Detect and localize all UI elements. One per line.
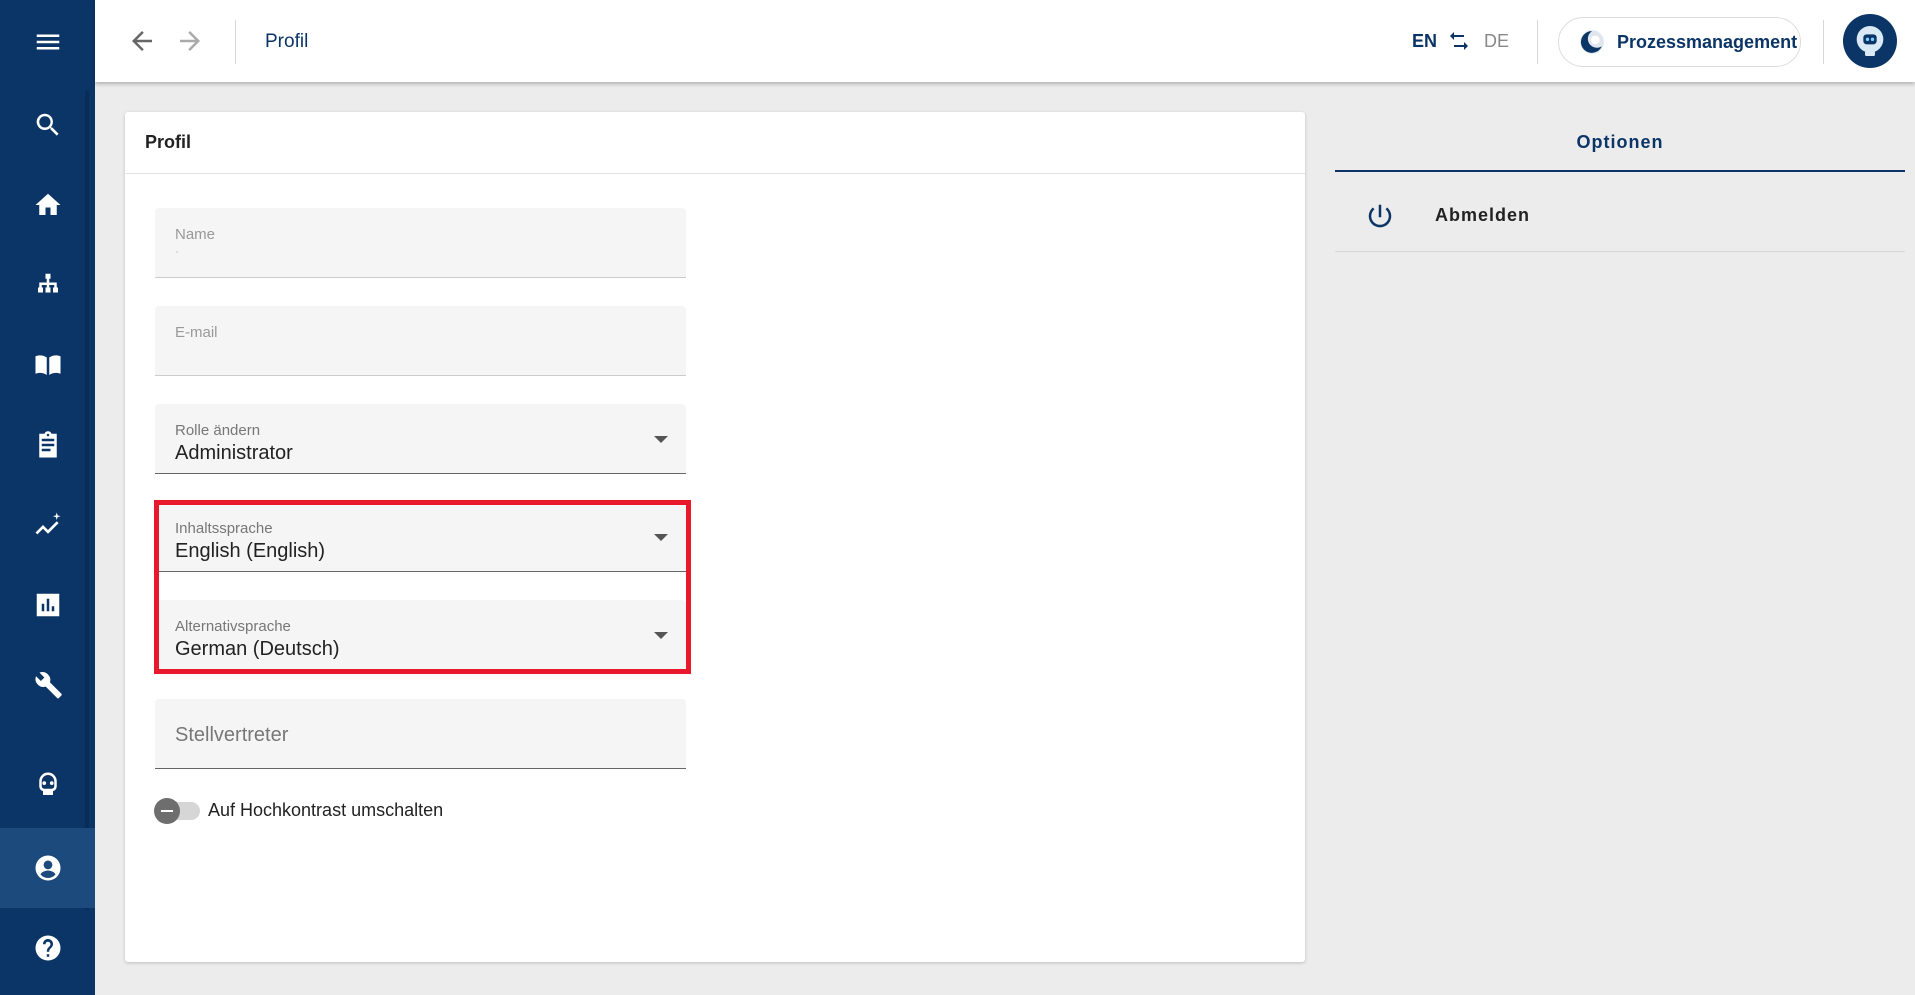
caret-down-icon <box>654 436 668 443</box>
divider <box>1823 20 1824 64</box>
sidebar-item-analytics[interactable] <box>0 485 95 565</box>
high-contrast-label: Auf Hochkontrast umschalten <box>208 800 444 820</box>
sidebar-item-assistant[interactable] <box>0 745 95 825</box>
language-de[interactable]: DE <box>1484 31 1509 52</box>
arrow-left-icon <box>132 31 152 51</box>
sidebar-item-help[interactable] <box>0 908 95 988</box>
menu-button[interactable] <box>0 2 95 82</box>
robot-icon <box>38 772 57 795</box>
alternative-language-select[interactable]: Alternativsprache German (Deutsch) <box>155 600 686 670</box>
deputy-placeholder: Stellvertreter <box>175 724 289 746</box>
back-button[interactable] <box>127 26 157 56</box>
sidebar-item-tasks[interactable] <box>0 405 95 485</box>
help-icon <box>35 935 60 961</box>
options-underline <box>1335 170 1905 172</box>
sidebar-item-search[interactable] <box>0 85 95 165</box>
power-icon <box>1368 204 1392 227</box>
language-en[interactable]: EN <box>1412 31 1437 52</box>
sitemap-icon <box>37 273 58 293</box>
email-label: E-mail <box>175 324 218 341</box>
book-icon <box>35 355 60 375</box>
sidebar-item-tools[interactable] <box>0 645 95 725</box>
email-field[interactable]: E-mail <box>155 306 686 376</box>
language-swap-button[interactable] <box>1447 29 1471 53</box>
wrench-icon <box>34 672 62 699</box>
deputy-input[interactable]: Stellvertreter <box>155 699 686 769</box>
sidebar <box>0 0 95 995</box>
logout-button[interactable]: Abmelden <box>1335 180 1905 252</box>
sidebar-item-reports[interactable] <box>0 565 95 645</box>
divider <box>1537 20 1538 64</box>
high-contrast-toggle[interactable]: Auf Hochkontrast umschalten <box>154 797 444 824</box>
role-label: Rolle ändern <box>175 422 261 439</box>
name-label: Name <box>175 226 216 243</box>
analytics-icon <box>35 512 60 535</box>
app-switch-button[interactable]: Prozessmanagement <box>1558 17 1801 67</box>
app-logo-icon <box>1580 30 1604 54</box>
menu-icon <box>36 34 59 50</box>
robot-avatar-icon <box>1856 26 1884 56</box>
card-title: Profil <box>145 132 192 152</box>
sidebar-item-home[interactable] <box>0 165 95 245</box>
profile-card: Profil Name · E-mail Rolle ändern Admini… <box>125 112 1305 962</box>
caret-down-icon <box>654 632 668 639</box>
alternative-language-label: Alternativsprache <box>175 618 291 635</box>
name-field[interactable]: Name · <box>155 208 686 278</box>
options-title: Optionen <box>1576 132 1664 152</box>
chart-icon <box>36 593 59 617</box>
name-value: · <box>175 244 179 258</box>
swap-icon <box>1450 32 1468 50</box>
account-icon <box>35 855 60 881</box>
arrow-right-icon <box>180 31 200 51</box>
search-icon <box>36 113 59 136</box>
app-switch-label: Prozessmanagement <box>1617 31 1798 52</box>
content-language-value: English (English) <box>175 540 326 562</box>
role-select[interactable]: Rolle ändern Administrator <box>155 404 686 474</box>
avatar[interactable] <box>1843 14 1897 68</box>
caret-down-icon <box>654 534 668 541</box>
alternative-language-value: German (Deutsch) <box>175 638 340 660</box>
minus-icon <box>161 809 173 812</box>
page-title: Profil <box>265 31 309 52</box>
logout-label: Abmelden <box>1435 205 1531 225</box>
top-bar: Profil EN DE Prozessmanagement <box>95 0 1915 82</box>
clipboard-icon <box>38 431 57 458</box>
role-value: Administrator <box>175 442 293 464</box>
forward-button[interactable] <box>175 26 205 56</box>
content-language-select[interactable]: Inhaltssprache English (English) <box>155 502 686 572</box>
content-language-label: Inhaltssprache <box>175 520 273 537</box>
card-header: Profil <box>125 112 1305 174</box>
sidebar-item-docs[interactable] <box>0 325 95 405</box>
sidebar-item-profile[interactable] <box>0 828 95 908</box>
home-icon <box>35 193 60 215</box>
toggle-track[interactable] <box>154 797 200 824</box>
sidebar-item-structure[interactable] <box>0 245 95 325</box>
toggle-knob <box>154 797 180 824</box>
divider <box>235 20 236 64</box>
